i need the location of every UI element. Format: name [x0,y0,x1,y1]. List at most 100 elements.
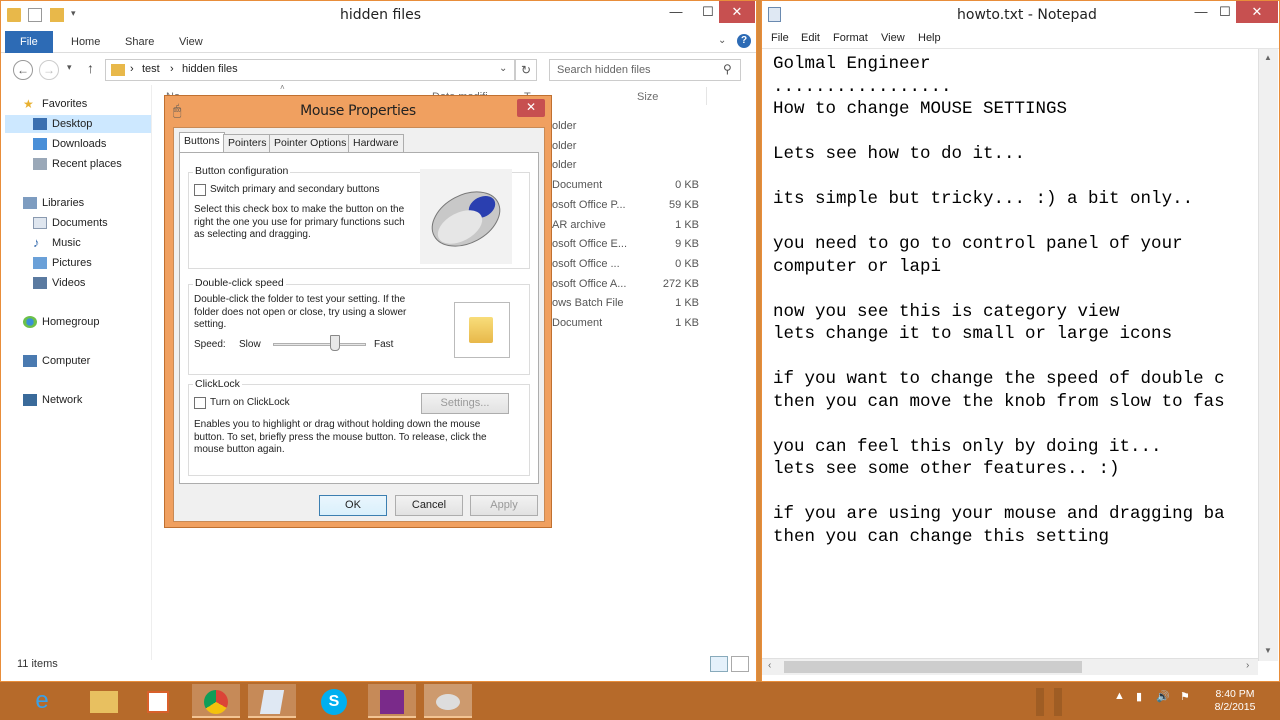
switch-buttons-checkbox[interactable] [194,184,206,196]
close-button[interactable]: ✕ [719,1,755,23]
file-row[interactable]: ows Batch File 1 KB [552,297,699,315]
menu-file[interactable]: File [771,32,789,44]
up-icon[interactable]: ↑ [87,60,94,76]
clicklock-checkbox[interactable] [194,397,206,409]
file-row[interactable]: osoft Office ... 0 KB [552,258,699,276]
show-hidden-icons-icon[interactable]: ▲ [1114,690,1125,702]
media-player-icon[interactable] [134,684,182,718]
file-row[interactable]: older [552,140,699,158]
skype-icon[interactable]: S [310,684,358,718]
file-row[interactable]: osoft Office A... 272 KB [552,278,699,296]
qat-dropdown-icon[interactable]: ▾ [71,8,79,22]
large-icons-view-icon[interactable] [731,656,749,672]
double-click-speed-label: Double-click speed [193,277,286,289]
tab-home[interactable]: Home [57,31,114,53]
nav-downloads[interactable]: Downloads [33,135,106,153]
mouse-properties-dialog: 🖱 Mouse Properties ✕ Buttons Pointers Po… [164,95,552,528]
tab-share[interactable]: Share [111,31,168,53]
tab-pointer-options[interactable]: Pointer Options [269,134,352,152]
nav-desktop[interactable]: Desktop [5,115,151,133]
volume-icon[interactable]: 🔊 [1156,690,1170,703]
clicklock-checkbox-label[interactable]: Turn on ClickLock [210,397,290,410]
taskbar-clock[interactable]: 8:40 PM 8/2/2015 [1200,688,1270,714]
nav-computer[interactable]: Computer [23,352,90,370]
clicklock-settings-button[interactable]: Settings... [421,393,509,414]
cancel-button[interactable]: Cancel [395,495,463,516]
internet-explorer-icon[interactable]: e [18,684,66,718]
notepad-window: howto.txt - Notepad — ☐ ✕ File Edit Form… [761,0,1280,682]
nav-videos[interactable]: Videos [33,274,85,292]
dialog-close-button[interactable]: ✕ [517,99,545,117]
back-icon[interactable]: ← [13,60,33,80]
recent-locations-icon[interactable]: ▾ [67,62,72,73]
recent-places-icon [33,158,47,171]
properties-icon[interactable] [28,7,43,22]
address-dropdown-icon[interactable]: ⌄ [499,63,507,74]
notepad-text-area[interactable]: Golmal Engineer ................. How to… [773,53,1261,658]
file-row[interactable]: AR archive 1 KB [552,219,699,237]
file-row[interactable]: osoft Office E... 9 KB [552,238,699,256]
search-icon[interactable]: ⚲ [723,62,732,76]
nav-network[interactable]: Network [23,391,82,409]
dialog-body: Buttons Pointers Pointer Options Hardwar… [173,127,545,522]
speed-slider-track[interactable] [273,343,366,346]
music-icon: ♪ [33,235,40,251]
file-row[interactable]: Document 0 KB [552,179,699,197]
network-tray-icon[interactable]: ▮ [1136,690,1142,703]
file-row[interactable]: older [552,159,699,177]
search-input[interactable]: Search hidden files [549,59,741,81]
breadcrumb-hidden-files[interactable]: hidden files [182,63,238,75]
notepad-close-button[interactable]: ✕ [1236,1,1278,23]
test-folder[interactable] [454,302,510,358]
file-size: 59 KB [669,198,699,211]
speed-slider-knob[interactable] [330,335,341,351]
address-box[interactable]: › test › hidden files ⌄ [105,59,515,81]
details-view-icon[interactable] [710,656,728,672]
menu-view[interactable]: View [881,32,905,44]
notepad-taskbar-icon[interactable] [248,684,296,718]
nav-favorites[interactable]: ★ Favorites [23,95,87,113]
nav-libraries[interactable]: Libraries [23,194,84,212]
ribbon-expand-icon[interactable]: ⌄ [718,35,726,46]
tab-pointers[interactable]: Pointers [223,134,272,152]
mouse-properties-taskbar-icon[interactable] [424,684,472,718]
ok-button[interactable]: OK [319,495,387,516]
nav-music[interactable]: ♪ Music [33,234,81,252]
nav-pictures[interactable]: Pictures [33,254,92,272]
horizontal-scroll-thumb[interactable] [784,661,1082,673]
chrome-icon[interactable] [192,684,240,718]
switch-buttons-label[interactable]: Switch primary and secondary buttons [210,184,380,197]
scroll-down-icon[interactable]: ▼ [1264,646,1272,655]
nav-recent-places[interactable]: Recent places [33,155,122,173]
file-row[interactable]: Document 1 KB [552,317,699,335]
action-center-icon[interactable]: ⚑ [1180,690,1190,703]
help-icon[interactable]: ? [737,34,751,48]
tab-hardware[interactable]: Hardware [348,134,404,152]
dialog-title: Mouse Properties [300,103,416,119]
video-editor-icon[interactable] [368,684,416,718]
minimize-button[interactable]: — [661,1,691,23]
file-row[interactable]: older [552,120,699,138]
documents-icon [33,217,47,230]
refresh-icon[interactable]: ↻ [515,59,537,81]
menu-format[interactable]: Format [833,32,868,44]
tab-view[interactable]: View [165,31,217,53]
horizontal-scrollbar[interactable]: ‹ › [762,658,1258,675]
scroll-up-icon[interactable]: ▲ [1264,53,1272,62]
menu-edit[interactable]: Edit [801,32,820,44]
file-explorer-icon[interactable] [80,684,128,718]
file-row[interactable]: osoft Office P... 59 KB [552,199,699,217]
menu-help[interactable]: Help [918,32,941,44]
nav-homegroup[interactable]: Homegroup [23,313,99,331]
nav-documents[interactable]: Documents [33,214,108,232]
tab-file[interactable]: File [5,31,53,53]
forward-icon[interactable]: → [39,60,59,80]
vertical-scrollbar[interactable]: ▲ ▼ [1258,49,1278,661]
new-folder-icon[interactable] [49,7,64,22]
breadcrumb-test[interactable]: test [142,63,160,75]
tab-buttons[interactable]: Buttons [179,132,225,153]
apply-button[interactable]: Apply [470,495,538,516]
column-size[interactable]: Size [637,91,658,103]
scroll-right-icon[interactable]: › [1246,660,1249,671]
scroll-left-icon[interactable]: ‹ [768,660,771,671]
